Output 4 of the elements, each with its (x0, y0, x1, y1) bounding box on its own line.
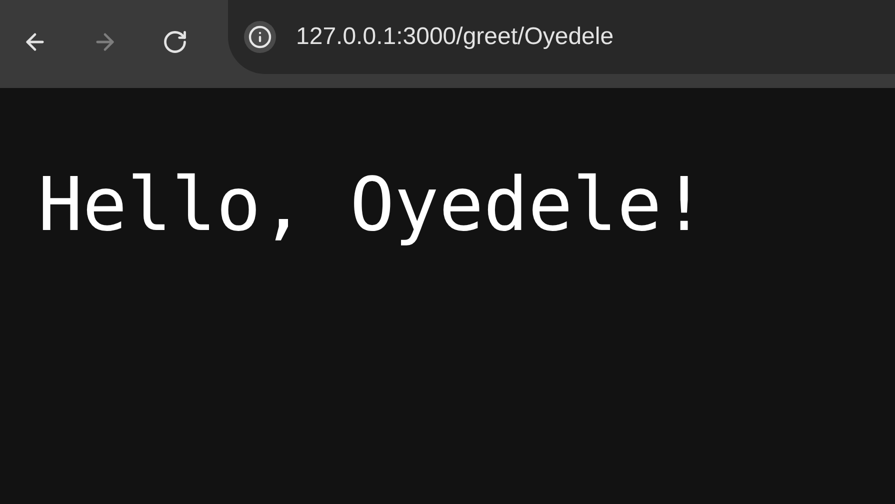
url-text: 127.0.0.1:3000/greet/Oyedele (296, 22, 614, 52)
site-info-icon[interactable] (244, 21, 276, 53)
reload-icon (162, 29, 188, 55)
address-bar[interactable]: 127.0.0.1:3000/greet/Oyedele (228, 0, 895, 74)
